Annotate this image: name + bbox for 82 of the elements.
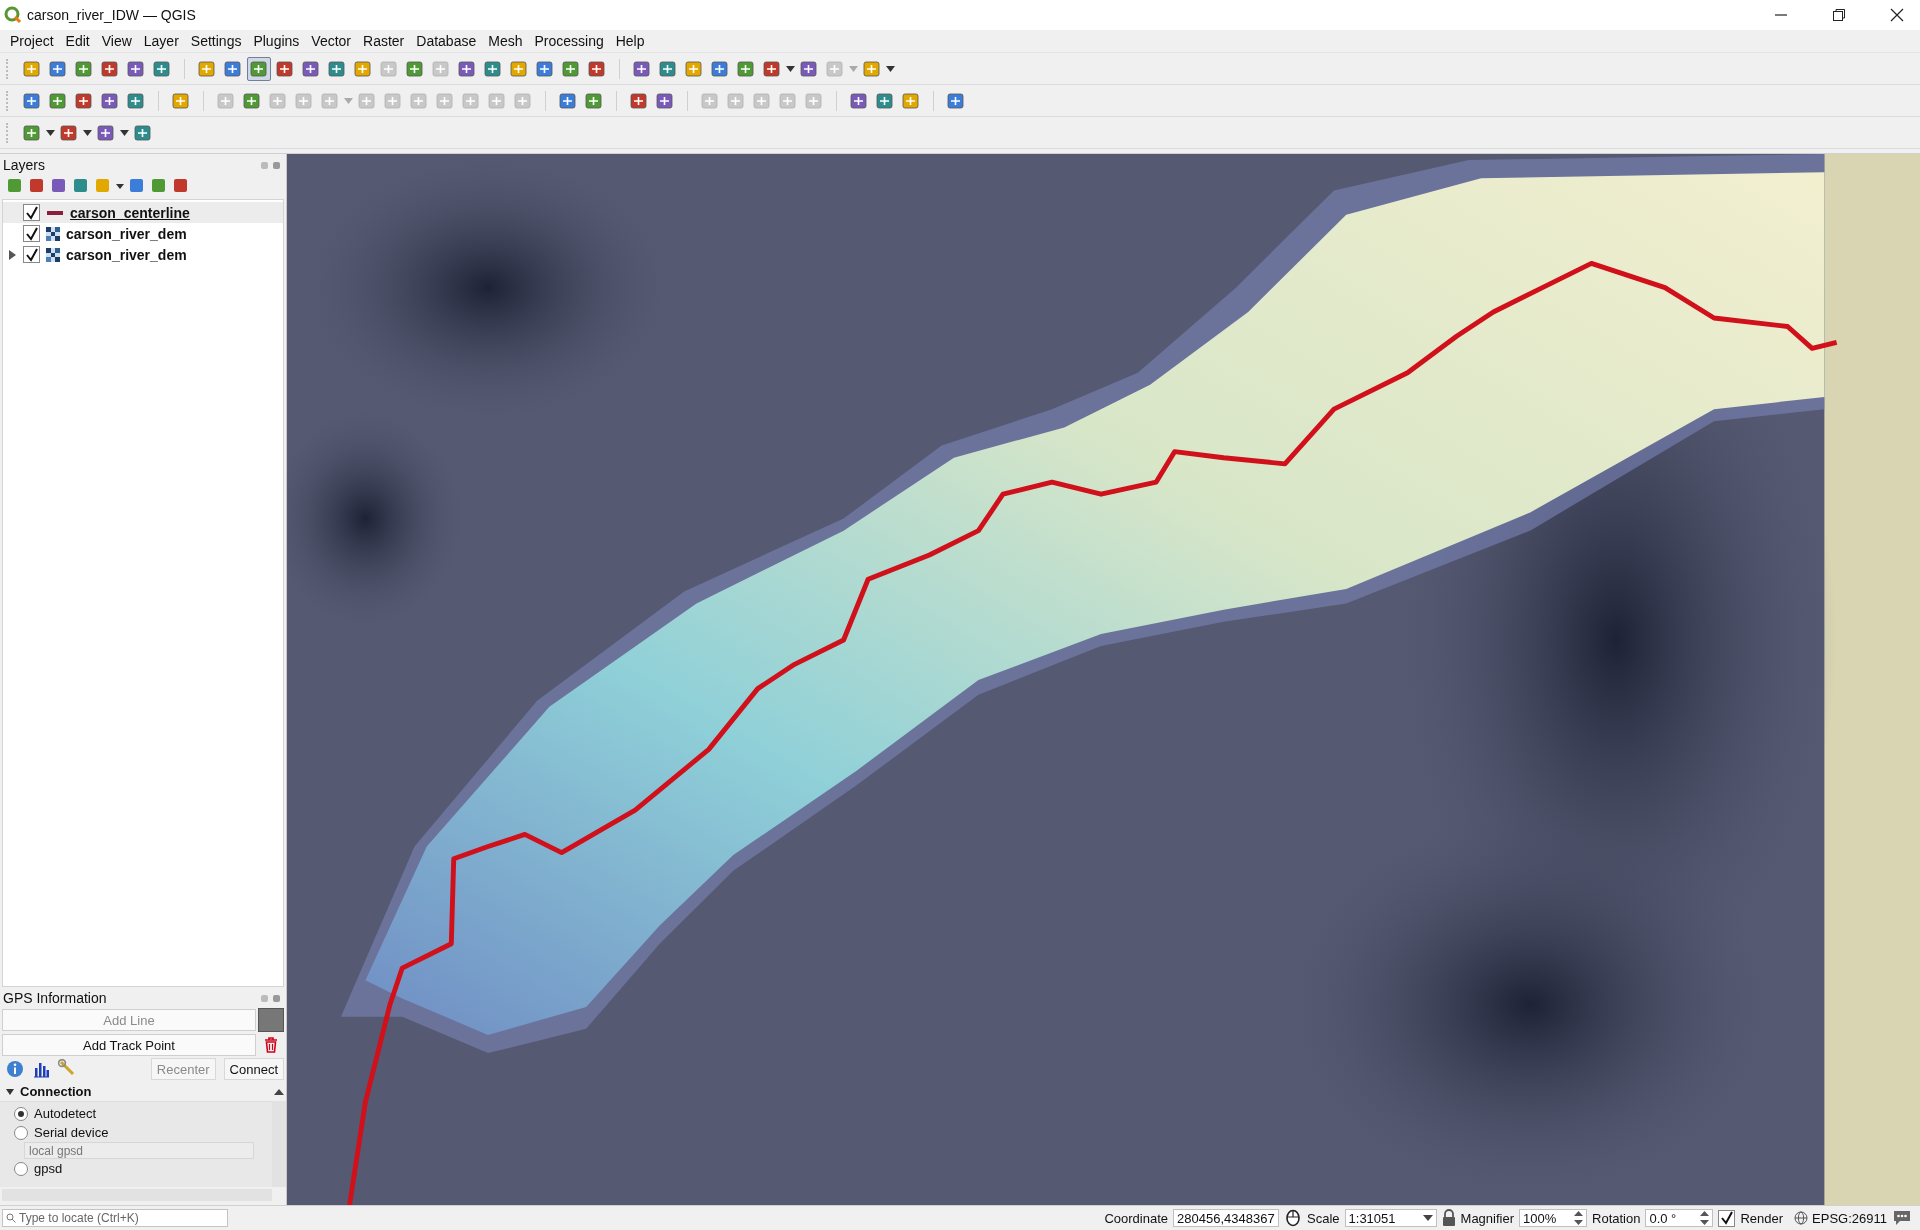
menu-item[interactable]: Database xyxy=(410,31,483,51)
rotation-spinbox[interactable]: 0.0 ° xyxy=(1645,1209,1714,1227)
checkmark-icon xyxy=(24,226,39,241)
q-logo-icon xyxy=(4,6,22,24)
section-header[interactable]: Connection xyxy=(0,1082,272,1101)
window-title: carson_river_IDW — QGIS xyxy=(27,7,196,23)
menu-item[interactable]: Raster xyxy=(357,31,411,51)
checkbox[interactable] xyxy=(23,225,40,242)
caret-icon xyxy=(1422,1215,1433,1221)
speech-bubble-icon[interactable] xyxy=(1892,1209,1912,1227)
tile-icon[interactable] xyxy=(50,177,68,195)
coordinate-field[interactable]: 280456,4348367 xyxy=(1173,1209,1279,1227)
tile-icon[interactable] xyxy=(150,177,168,195)
scale-dropdown[interactable]: 1:31051 xyxy=(1344,1209,1437,1227)
menu-item[interactable]: Mesh xyxy=(482,31,529,51)
elevation-map-drawing[interactable] xyxy=(287,154,1920,1205)
caret-icon[interactable] xyxy=(116,183,124,189)
scroll-up-arrow-icon[interactable] xyxy=(274,1088,284,1095)
add-track-point-button[interactable]: Add Track Point xyxy=(2,1034,256,1056)
tile-icon[interactable] xyxy=(172,177,190,195)
caret-icon[interactable] xyxy=(46,129,55,136)
connect-button[interactable]: Connect xyxy=(223,1058,284,1080)
dock-buttons-icon[interactable] xyxy=(260,993,282,1003)
checkbox[interactable] xyxy=(23,246,40,263)
color-swatch[interactable] xyxy=(258,1008,284,1032)
status-label: Render xyxy=(1740,1210,1784,1226)
radio-option[interactable]: gpsd xyxy=(14,1159,272,1178)
tile-icon[interactable] xyxy=(28,177,46,195)
status-label: Rotation xyxy=(1592,1210,1641,1226)
menu-item[interactable]: Project xyxy=(4,31,60,51)
menu-item[interactable]: Settings xyxy=(184,31,248,51)
radio-option[interactable]: Autodetect xyxy=(14,1104,272,1123)
tile-icon[interactable] xyxy=(72,177,90,195)
tile-icon[interactable] xyxy=(128,177,146,195)
raster-symbol-icon xyxy=(46,226,60,241)
radio-option[interactable]: Serial device xyxy=(14,1123,272,1142)
status-label: Magnifier xyxy=(1460,1210,1514,1226)
checkmark-icon xyxy=(1719,1211,1734,1225)
raster-symbol-icon xyxy=(46,247,60,262)
close-icon[interactable] xyxy=(1890,8,1904,22)
collapse-arrow-icon[interactable] xyxy=(6,1088,14,1095)
checkbox[interactable] xyxy=(1718,1209,1736,1227)
magnifier-spinbox[interactable]: 100% xyxy=(1519,1209,1587,1227)
spin-arrows-icon xyxy=(1700,1210,1710,1226)
status-label: Scale xyxy=(1307,1210,1340,1226)
tree-item[interactable]: carson_centerline xyxy=(3,202,283,223)
tile-icon[interactable] xyxy=(6,177,24,195)
spin-arrows-icon xyxy=(1574,1210,1583,1226)
crs-button[interactable]: EPSG:26911 xyxy=(1794,1210,1887,1226)
caret-icon[interactable] xyxy=(83,129,92,136)
locator-field[interactable]: Type to locate (Ctrl+K) xyxy=(2,1209,228,1227)
info-icon[interactable] xyxy=(6,1060,24,1078)
menu-item[interactable]: Vector xyxy=(305,31,358,51)
expand-arrow-icon[interactable] xyxy=(8,249,16,260)
lock-icon[interactable] xyxy=(1441,1209,1456,1227)
checkmark-icon xyxy=(24,247,39,262)
panel-title: GPS Information xyxy=(3,990,107,1006)
menu-item[interactable]: Edit xyxy=(59,31,96,51)
tile-icon[interactable] xyxy=(94,177,112,195)
menu-item[interactable]: Layer xyxy=(137,31,185,51)
menu-item[interactable]: View xyxy=(95,31,138,51)
menu-item[interactable]: Processing xyxy=(528,31,610,51)
trash-icon[interactable] xyxy=(264,1037,278,1053)
menu-item[interactable]: Plugins xyxy=(247,31,306,51)
status-label: Coordinate xyxy=(1104,1210,1168,1226)
menu-item[interactable]: Help xyxy=(609,31,651,51)
input-field[interactable]: local gpsd xyxy=(24,1142,254,1159)
panel-title: Layers xyxy=(3,157,46,173)
search-icon xyxy=(6,1213,16,1223)
bar-chart-icon[interactable] xyxy=(32,1060,50,1078)
caret-icon[interactable] xyxy=(120,129,129,136)
restore-icon[interactable] xyxy=(1832,8,1846,22)
vertical-scrollbar[interactable] xyxy=(272,1101,286,1187)
checkmark-icon xyxy=(24,205,39,220)
tree-item[interactable]: carson_river_dem xyxy=(3,223,283,244)
tree-item[interactable]: carson_river_dem xyxy=(3,244,283,265)
checkbox[interactable] xyxy=(23,204,40,221)
caret-icon[interactable] xyxy=(886,65,895,72)
mouse-pointer-icon[interactable] xyxy=(1284,1209,1302,1227)
caret-icon[interactable] xyxy=(786,65,795,72)
globe-icon xyxy=(1794,1211,1809,1225)
dock-buttons-icon[interactable] xyxy=(260,160,282,170)
